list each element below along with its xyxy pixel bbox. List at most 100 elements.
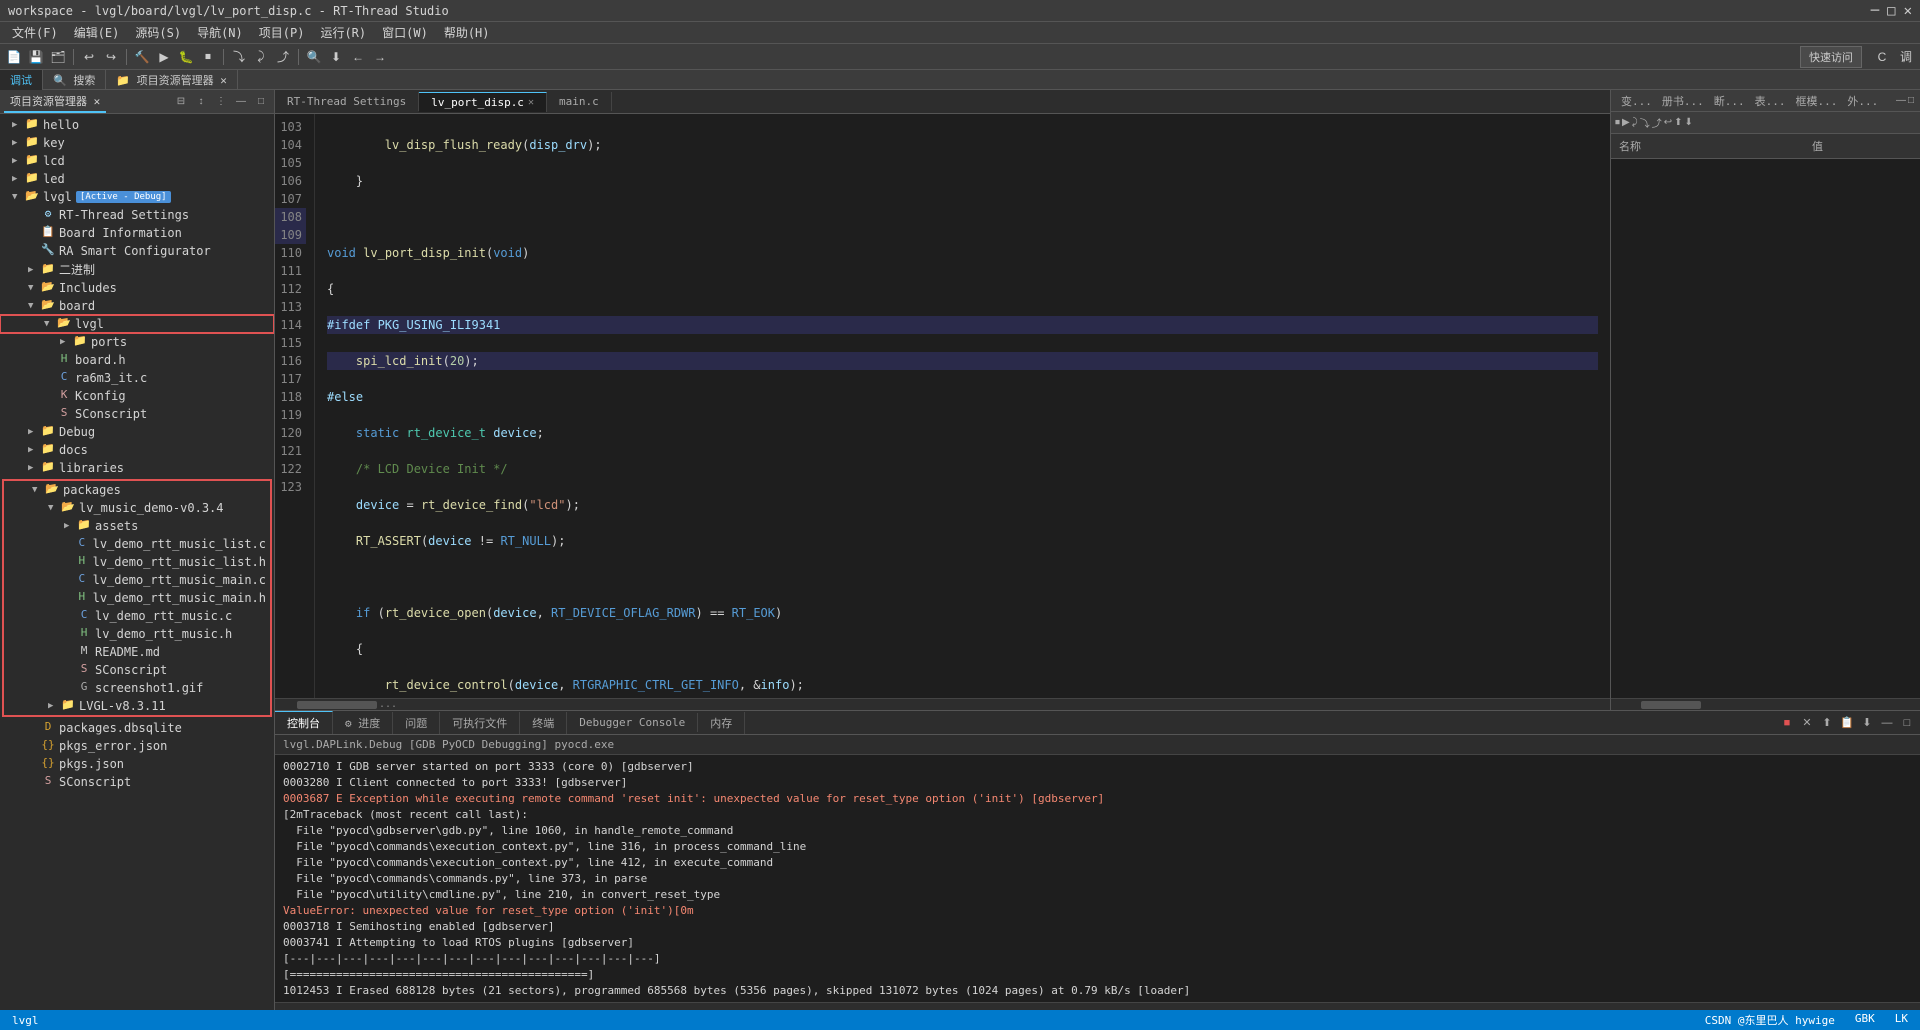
right-panel-maximize[interactable]: □ [1908, 95, 1914, 106]
toolbar-step-over[interactable]: ⤸ [251, 47, 271, 67]
tree-item-includes[interactable]: ▼ 📂 Includes [0, 279, 274, 297]
tree-item-sconscript-last[interactable]: S SConscript [0, 773, 274, 791]
panel-sync[interactable]: ↕ [192, 93, 210, 111]
toolbar-step-into[interactable]: ⤵ [229, 47, 249, 67]
toolbar-build[interactable]: 🔨 [132, 47, 152, 67]
tree-arrow-led[interactable]: ▶ [12, 174, 24, 184]
menu-run[interactable]: 运行(R) [312, 22, 374, 43]
tree-item-ra6m3[interactable]: C ra6m3_it.c [0, 369, 274, 387]
tree-item-pkgs-error[interactable]: {} pkgs_error.json [0, 737, 274, 755]
tree-item-docs[interactable]: ▶ 📁 docs [0, 441, 274, 459]
tree-arrow-docs[interactable]: ▶ [28, 445, 40, 455]
tab-lv-port-disp-close[interactable]: ✕ [528, 97, 534, 108]
tree-arrow-lcd[interactable]: ▶ [12, 156, 24, 166]
tree-item-music-c[interactable]: C lv_demo_rtt_music.c [4, 607, 270, 625]
rp-btn1[interactable]: ⏹ [1615, 117, 1620, 128]
tree-item-board-info[interactable]: 📋 Board Information [0, 224, 274, 242]
scrollbar-thumb-h[interactable] [297, 701, 377, 709]
toolbar-run[interactable]: ▶ [154, 47, 174, 67]
panel-maximize[interactable]: □ [252, 93, 270, 111]
tree-item-lv-music-demo[interactable]: ▼ 📂 lv_music_demo-v0.3.4 [4, 499, 270, 517]
rp-btn5[interactable]: ⤴ [1652, 115, 1662, 130]
toolbar-save-all[interactable]: 🗂 [48, 47, 68, 67]
panel-tab-explorer[interactable]: 项目资源管理器 ✕ [4, 91, 106, 113]
tree-item-packages[interactable]: ▼ 📂 packages [4, 481, 270, 499]
tree-item-lvgl[interactable]: ▼ 📂 lvgl [Active - Debug] [0, 188, 274, 206]
maximize-button[interactable]: □ [1887, 3, 1895, 19]
tree-item-board[interactable]: ▼ 📂 board [0, 297, 274, 315]
tree-item-board-h[interactable]: H board.h [0, 351, 274, 369]
toolbar-debug[interactable]: 🐛 [176, 47, 196, 67]
tab-console[interactable]: 控制台 [275, 711, 333, 734]
tree-item-key[interactable]: ▶ 📁 key [0, 134, 274, 152]
tree-item-sconscript-pkg[interactable]: S SConscript [4, 661, 270, 679]
code-content[interactable]: lv_disp_flush_ready(disp_drv); } void lv… [315, 114, 1610, 698]
tab-executable[interactable]: 可执行文件 [440, 712, 520, 734]
perspective-search[interactable]: 🔍 搜索 [43, 70, 106, 90]
tree-item-rt-settings[interactable]: ⚙ RT-Thread Settings [0, 206, 274, 224]
tab-variables[interactable]: 变... [1617, 92, 1656, 110]
tab-memory[interactable]: 内存 [698, 712, 745, 734]
tree-item-music-main-c[interactable]: C lv_demo_rtt_music_main.c [4, 571, 270, 589]
toolbar-back[interactable]: ← [348, 47, 368, 67]
quick-access-button[interactable]: 快速访问 [1800, 46, 1862, 68]
menu-source[interactable]: 源码(S) [127, 22, 189, 43]
tree-arrow-lvgl-v8[interactable]: ▶ [48, 701, 60, 711]
rp-btn6[interactable]: ↩ [1664, 117, 1672, 128]
toolbar-forward[interactable]: → [370, 47, 390, 67]
tree-arrow-key[interactable]: ▶ [12, 138, 24, 148]
tree-item-screenshot[interactable]: G screenshot1.gif [4, 679, 270, 697]
tree-item-libraries[interactable]: ▶ 📁 libraries [0, 459, 274, 477]
status-encoding[interactable]: GBK [1851, 1012, 1879, 1028]
tree-view[interactable]: ▶ 📁 hello ▶ 📁 key ▶ 📁 lcd [0, 114, 274, 1010]
tree-item-music-list-c[interactable]: C lv_demo_rtt_music_list.c [4, 535, 270, 553]
tree-arrow-packages[interactable]: ▼ [32, 485, 44, 495]
toolbar-save[interactable]: 💾 [26, 47, 46, 67]
menu-help[interactable]: 帮助(H) [436, 22, 498, 43]
tab-rt-settings[interactable]: RT-Thread Settings [275, 92, 419, 111]
right-panel-scrollbar-thumb[interactable] [1641, 701, 1701, 709]
status-blog[interactable]: CSDN @东里巴人 hywige [1701, 1012, 1839, 1028]
perspective-explorer[interactable]: 📁 项目资源管理器 ✕ [106, 70, 238, 90]
toolbar-redo[interactable]: ↪ [101, 47, 121, 67]
panel-minimize[interactable]: — [232, 93, 250, 111]
menu-project[interactable]: 项目(P) [251, 22, 313, 43]
toolbar-download[interactable]: ⬇ [326, 47, 346, 67]
tab-terminal[interactable]: 终端 [520, 712, 567, 734]
toolbar-undo[interactable]: ↩ [79, 47, 99, 67]
tab-problems[interactable]: 问题 [393, 712, 440, 734]
tab-breakpoints[interactable]: 断... [1710, 92, 1749, 110]
panel-menu[interactable]: ⋮ [212, 93, 230, 111]
tree-arrow-binary[interactable]: ▶ [28, 265, 40, 275]
tree-item-binary[interactable]: ▶ 📁 二进制 [0, 260, 274, 279]
rp-btn8[interactable]: ⬇ [1684, 117, 1692, 128]
perspective-debug[interactable]: 调试 [0, 70, 43, 90]
tree-arrow-board-lvgl[interactable]: ▼ [44, 319, 56, 329]
toolbar-perspective-debug[interactable]: 调 [1896, 47, 1916, 67]
tab-frames[interactable]: 框模... [1792, 92, 1842, 110]
bottom-action3[interactable]: ⬆ [1818, 714, 1836, 732]
tree-item-board-lvgl[interactable]: ▼ 📂 lvgl [0, 315, 274, 333]
panel-collapse-all[interactable]: ⊟ [172, 93, 190, 111]
right-panel-scrollbar-h[interactable] [1611, 698, 1920, 710]
rp-btn2[interactable]: ▶ [1622, 117, 1630, 128]
tree-arrow-ports[interactable]: ▶ [60, 337, 72, 347]
tree-item-lcd[interactable]: ▶ 📁 lcd [0, 152, 274, 170]
tab-bookmarks[interactable]: 册书... [1658, 92, 1708, 110]
tree-item-music-h[interactable]: H lv_demo_rtt_music.h [4, 625, 270, 643]
tree-arrow-assets[interactable]: ▶ [64, 521, 76, 531]
tree-arrow-hello[interactable]: ▶ [12, 120, 24, 130]
tree-arrow-debug[interactable]: ▶ [28, 427, 40, 437]
minimize-button[interactable]: ─ [1871, 3, 1879, 19]
status-project[interactable]: lvgl [8, 1014, 43, 1027]
tab-progress[interactable]: ⚙ 进度 [333, 712, 393, 734]
tree-arrow-board[interactable]: ▼ [28, 301, 40, 311]
tab-expressions[interactable]: 表... [1751, 92, 1790, 110]
toolbar-perspective-c[interactable]: C [1872, 47, 1892, 67]
tree-item-kconfig[interactable]: K Kconfig [0, 387, 274, 405]
bottom-clear-btn[interactable]: ✕ [1798, 714, 1816, 732]
tree-item-assets[interactable]: ▶ 📁 assets [4, 517, 270, 535]
tree-item-led[interactable]: ▶ 📁 led [0, 170, 274, 188]
tree-item-pkgs-json[interactable]: {} pkgs.json [0, 755, 274, 773]
toolbar-new[interactable]: 📄 [4, 47, 24, 67]
